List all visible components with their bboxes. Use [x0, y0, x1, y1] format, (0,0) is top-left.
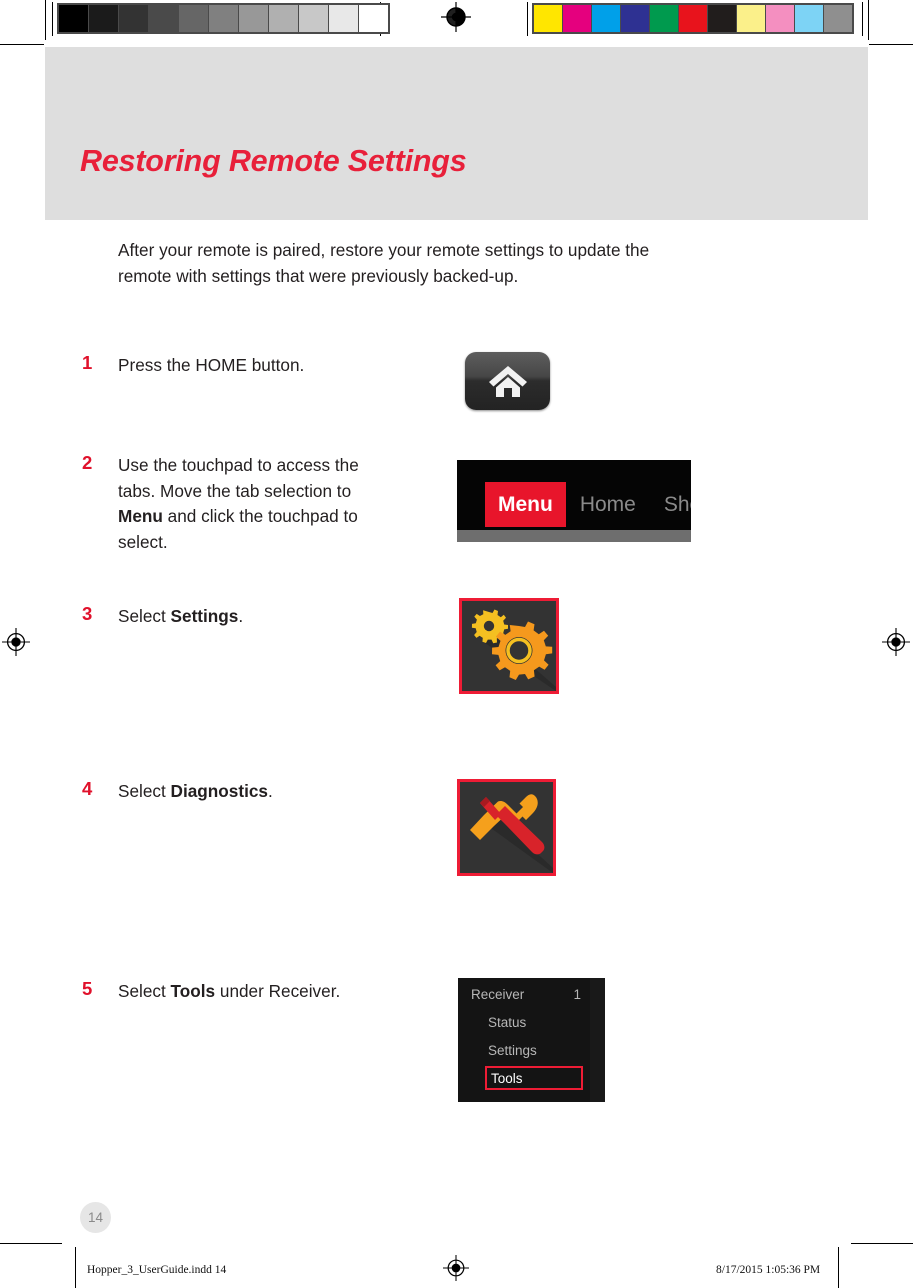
diagnostics-tile-graphic[interactable]	[457, 779, 556, 876]
settings-tile-graphic[interactable]	[459, 598, 559, 694]
step-text: Use the touchpad to access the tabs. Mov…	[118, 455, 359, 552]
receiver-item-settings[interactable]: Settings	[488, 1043, 537, 1058]
crop-tick-top-right	[868, 0, 869, 40]
page-title: Restoring Remote Settings	[80, 144, 467, 178]
receiver-menu-header: Receiver 1	[471, 987, 581, 1002]
tab-bar-graphic: Menu Home Sho	[457, 460, 691, 542]
calibration-swatch	[621, 5, 649, 32]
crop-mark-top-left	[0, 44, 44, 45]
home-button-graphic[interactable]	[465, 352, 550, 410]
calibration-swatch	[824, 5, 852, 32]
footer-filename: Hopper_3_UserGuide.indd 14	[87, 1264, 227, 1276]
gears-icon	[471, 609, 556, 691]
tab-menu[interactable]: Menu	[485, 482, 566, 527]
registration-mark-right	[882, 628, 910, 661]
calibration-tick-mid2	[527, 2, 528, 36]
receiver-menu-graphic: Receiver 1 Status Settings Tools	[458, 978, 605, 1102]
print-calibration-strip	[0, 0, 913, 40]
calibration-swatch	[679, 5, 707, 32]
screwdriver-wrench-icon	[470, 794, 553, 873]
registration-mark-top	[441, 2, 471, 37]
tab-home[interactable]: Home	[566, 482, 650, 527]
receiver-item-status[interactable]: Status	[488, 1015, 526, 1030]
calibration-swatch	[209, 5, 238, 32]
intro-paragraph: After your remote is paired, restore you…	[118, 240, 650, 286]
registration-mark-left	[2, 628, 30, 661]
grayscale-swatch-group	[57, 3, 390, 34]
calibration-swatch	[563, 5, 591, 32]
calibration-swatch	[299, 5, 328, 32]
calibration-swatch	[89, 5, 118, 32]
calibration-swatch	[119, 5, 148, 32]
registration-mark-bottom	[443, 1255, 469, 1286]
step-number: 5	[82, 978, 93, 999]
step-number: 4	[82, 778, 93, 799]
calibration-swatch	[534, 5, 562, 32]
receiver-header-label: Receiver	[471, 987, 525, 1002]
crop-mark-top-right	[869, 44, 913, 45]
title-banner	[45, 47, 868, 220]
calibration-swatch	[650, 5, 678, 32]
calibration-swatch	[239, 5, 268, 32]
calibration-swatch	[149, 5, 178, 32]
calibration-swatch	[592, 5, 620, 32]
step-text: Select Diagnostics.	[118, 781, 273, 801]
calibration-swatch	[708, 5, 736, 32]
home-icon	[488, 366, 527, 397]
calibration-swatch	[59, 5, 88, 32]
footer-timestamp: 8/17/2015 1:05:36 PM	[716, 1264, 821, 1276]
calibration-swatch	[269, 5, 298, 32]
step-text: Select Tools under Receiver.	[118, 981, 341, 1001]
calibration-swatch	[795, 5, 823, 32]
step-number: 1	[82, 352, 93, 373]
tab-bar-underline	[457, 530, 691, 542]
step-number: 2	[82, 452, 93, 473]
step-number: 3	[82, 603, 93, 624]
calibration-tick-left	[52, 2, 53, 36]
calibration-tick-right	[862, 2, 863, 36]
crop-tick-bottom-left	[75, 1247, 76, 1288]
calibration-swatch	[179, 5, 208, 32]
crop-mark-bottom-right	[851, 1243, 913, 1244]
color-swatch-group	[532, 3, 854, 34]
crop-mark-bottom-left	[0, 1243, 62, 1244]
calibration-swatch	[359, 5, 388, 32]
calibration-swatch	[329, 5, 358, 32]
receiver-header-value: 1	[573, 987, 581, 1002]
receiver-item-tools-highlight[interactable]: Tools	[485, 1066, 583, 1090]
step-text: Press the HOME button.	[118, 355, 305, 375]
page-number-badge: 14	[80, 1202, 111, 1233]
crop-tick-bottom-right	[838, 1247, 839, 1288]
calibration-swatch	[737, 5, 765, 32]
calibration-swatch	[766, 5, 794, 32]
crop-tick-top-left	[45, 0, 46, 40]
step-text: Select Settings.	[118, 606, 244, 626]
tab-bar-row: Menu Home Sho	[457, 482, 691, 527]
receiver-item-tools: Tools	[491, 1070, 523, 1086]
tab-shows[interactable]: Sho	[650, 482, 691, 527]
